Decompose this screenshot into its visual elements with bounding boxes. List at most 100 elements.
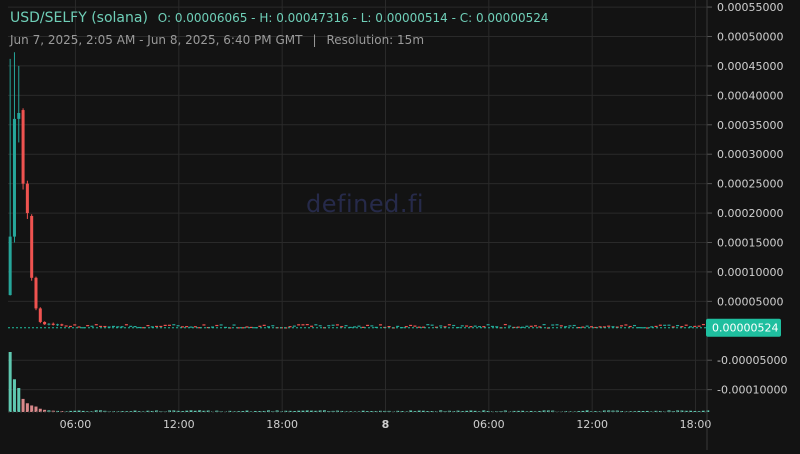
tail-candle — [133, 326, 137, 328]
tail-candle — [202, 324, 206, 326]
candle-body — [30, 216, 34, 278]
tail-candle — [426, 324, 430, 326]
candle-body — [17, 113, 21, 119]
tail-candle — [292, 325, 296, 327]
candle-body — [25, 183, 29, 214]
tail-candle — [607, 325, 611, 327]
tail-candle — [676, 324, 680, 327]
candle-body — [21, 110, 25, 184]
tail-candle — [529, 325, 533, 327]
tail-candle — [611, 326, 615, 328]
tail-candle — [684, 324, 688, 326]
tail-candle — [262, 324, 266, 326]
tail-candle — [172, 324, 176, 326]
x-tick-label: 12:00 — [163, 418, 195, 431]
volume-bar — [34, 406, 38, 412]
price-chart[interactable]: 0.00055000 0.00050000 0.00045000 0.00040000… — [0, 0, 800, 450]
tail-candle — [654, 325, 658, 328]
y-tick-label: 0.00040000 — [717, 89, 783, 102]
resolution: Resolution: 15m — [326, 33, 425, 47]
tail-candle — [167, 324, 171, 326]
tail-candle — [271, 325, 275, 327]
tail-candle — [585, 325, 589, 327]
chart-legend: USD/SELFY (solana) O: 0.00006065 - H: 0.… — [10, 10, 549, 26]
tail-candle — [473, 325, 477, 327]
tail-candle — [185, 326, 189, 328]
candle-body — [8, 236, 12, 296]
tail-candle — [305, 324, 309, 326]
volume-bar — [30, 405, 34, 412]
tail-candle — [366, 324, 370, 327]
watermark: defined.fi — [306, 190, 425, 218]
y-tick-label: 0.00020000 — [717, 207, 783, 220]
volume-bar — [8, 352, 12, 412]
candle-body — [12, 118, 16, 237]
axes: 0.00055000 0.00050000 0.00045000 0.00040000… — [8, 0, 787, 450]
y-tick-label: 0.00050000 — [717, 30, 783, 43]
tail-candle — [370, 325, 374, 327]
tail-candle — [542, 324, 546, 326]
volume-bar — [12, 379, 16, 412]
tail-candle — [314, 324, 318, 326]
tail-candle — [378, 324, 382, 326]
y-tick-label: 0.00055000 — [717, 1, 783, 14]
y-tick-label: 0.00010000 — [717, 266, 783, 279]
tail-candle — [439, 325, 443, 327]
tail-candle — [551, 324, 555, 326]
tail-candle — [396, 325, 400, 328]
tail-candle — [413, 325, 417, 327]
tail-candle — [564, 326, 568, 328]
tail-candle — [525, 325, 529, 327]
candle-body — [51, 323, 55, 325]
volume-bar — [17, 388, 21, 412]
tail-candle — [318, 325, 322, 327]
tail-candle — [163, 324, 167, 326]
y-tick-label: 0.00030000 — [717, 148, 783, 161]
tail-candle — [159, 325, 163, 328]
tail-candle — [572, 324, 576, 327]
volume-bars — [8, 352, 710, 412]
tail-candle — [559, 325, 563, 327]
tail-candle — [482, 326, 486, 328]
tail-candle — [465, 325, 469, 327]
tail-candle — [452, 324, 456, 327]
chart-canvas[interactable]: 0.00055000 0.00050000 0.00045000 0.00040000… — [0, 0, 800, 450]
tail-candle — [680, 326, 684, 328]
last-price-label: 0.00000524 — [712, 322, 778, 335]
tail-candle — [533, 325, 537, 327]
tail-candle — [327, 325, 331, 327]
tail-candle — [568, 325, 572, 327]
tail-candle — [64, 325, 68, 327]
tail-candle — [301, 324, 305, 326]
tail-candle — [73, 324, 77, 326]
separator: | — [312, 33, 317, 47]
tail-candle — [508, 325, 512, 327]
tail-candle — [663, 324, 667, 326]
tail-candle — [409, 324, 413, 327]
tail-candle — [99, 325, 103, 328]
tail-candle — [94, 324, 98, 326]
tail-candle — [460, 325, 464, 327]
tail-candle — [667, 324, 671, 326]
tail-candle — [335, 324, 339, 326]
tail-candle — [129, 325, 133, 327]
tail-candle — [146, 325, 150, 327]
tail-candle — [624, 324, 628, 326]
tail-candle — [344, 325, 348, 327]
tail-candle — [658, 324, 662, 326]
tail-candle — [193, 326, 197, 328]
tail-candle — [124, 324, 128, 326]
tail-candle — [176, 325, 180, 327]
pair-name: USD/SELFY (solana) — [10, 10, 148, 26]
y-tick-label: -0.00010000 — [717, 384, 787, 397]
tail-candle — [701, 323, 705, 326]
tail-candle — [103, 325, 107, 328]
tail-candle — [68, 325, 72, 328]
tail-candle — [697, 325, 701, 327]
y-tick-label: 0.00005000 — [717, 295, 783, 308]
candle-body — [38, 308, 42, 322]
tail-candle — [387, 326, 391, 328]
ohlc-values: O: 0.00006065 - H: 0.00047316 - L: 0.000… — [157, 11, 549, 25]
tail-candle — [357, 325, 361, 327]
tail-candle — [447, 324, 451, 326]
